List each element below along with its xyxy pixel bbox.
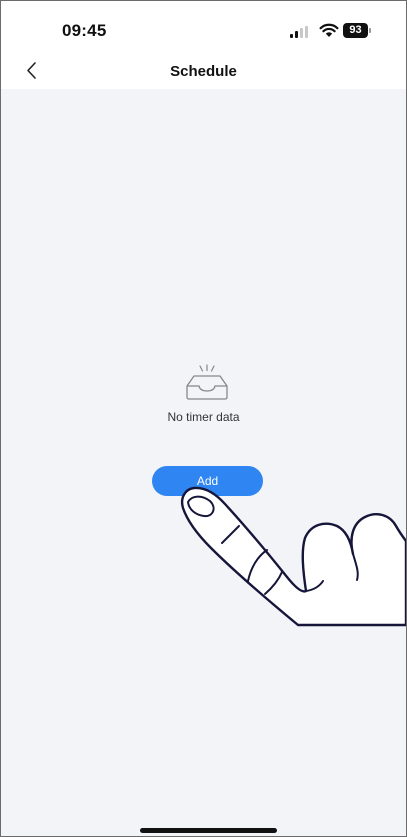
- add-button[interactable]: Add: [152, 466, 263, 496]
- navigation-bar: Schedule: [1, 55, 406, 89]
- empty-inbox-icon: [186, 364, 228, 400]
- page-title: Schedule: [170, 63, 237, 80]
- battery-level: 93: [343, 23, 368, 38]
- battery-tip: [369, 28, 371, 33]
- battery-icon: 93: [343, 23, 371, 38]
- phone-screen: 09:45 93 Schedule No timer data Add: [0, 0, 407, 837]
- cellular-signal-icon: [290, 26, 308, 38]
- status-bar: 09:45 93: [1, 1, 406, 55]
- empty-state-message: No timer data: [167, 410, 240, 424]
- home-indicator[interactable]: [140, 828, 277, 833]
- status-time: 09:45: [62, 21, 107, 40]
- wifi-icon: [319, 23, 339, 37]
